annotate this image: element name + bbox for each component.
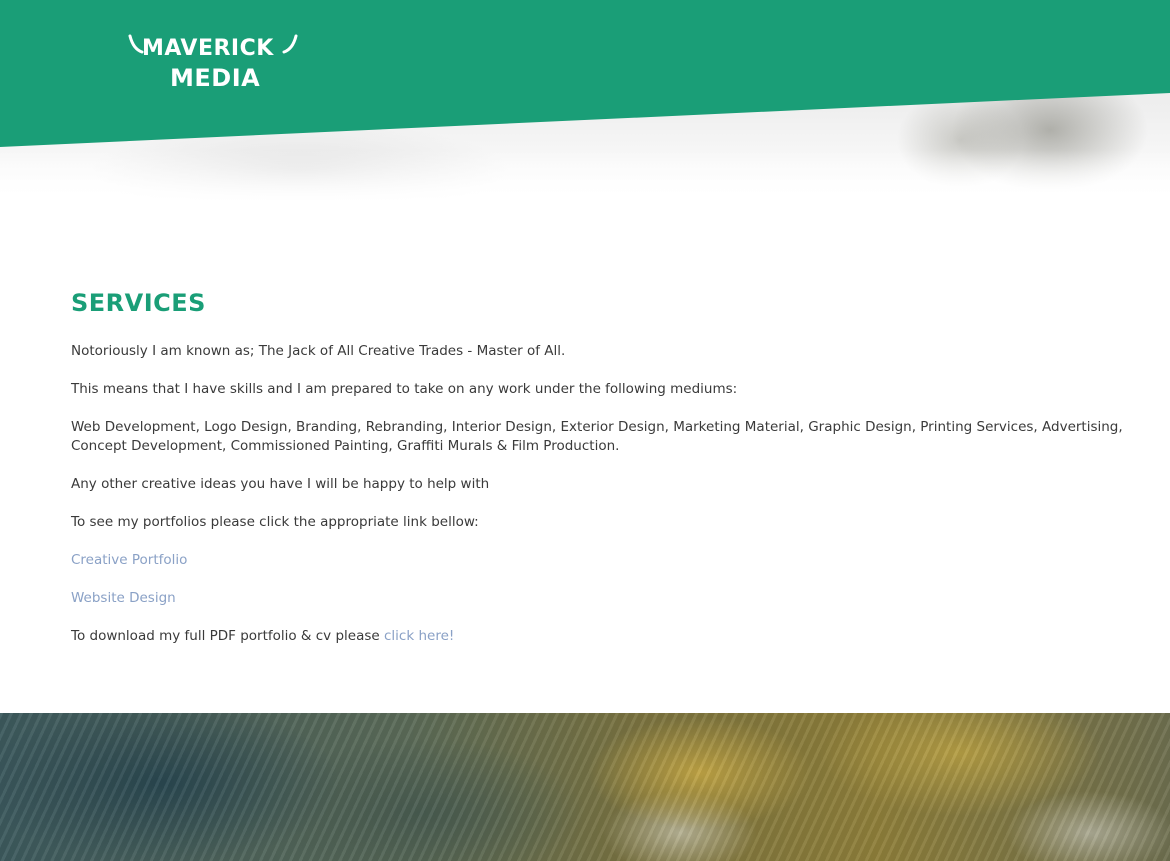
creative-portfolio-link[interactable]: Creative Portfolio <box>71 552 187 568</box>
download-portfolio-text: To download my full PDF portfolio & cv p… <box>71 628 384 644</box>
site-logo[interactable]: MAVERICK MEDIA <box>128 32 298 96</box>
services-other-ideas: Any other creative ideas you have I will… <box>71 476 490 492</box>
logo-text-maverick: MAVERICK <box>142 36 274 61</box>
website-design-link[interactable]: Website Design <box>71 590 176 606</box>
services-mediums-list: Web Development, Logo Design, Branding, … <box>71 419 1123 454</box>
creative-portfolio-paragraph: Creative Portfolio <box>71 551 1141 570</box>
download-portfolio-paragraph: To download my full PDF portfolio & cv p… <box>71 627 1141 646</box>
services-skills-intro: This means that I have skills and I am p… <box>71 381 738 397</box>
site-header: MAVERICK MEDIA <box>0 0 1170 202</box>
services-section: SERVICES Notoriously I am known as; The … <box>71 286 1141 665</box>
footer-background-photo <box>0 713 1170 861</box>
logo-text-media: MEDIA <box>170 64 261 92</box>
download-portfolio-link[interactable]: click here! <box>384 628 454 644</box>
services-intro: Notoriously I am known as; The Jack of A… <box>71 343 566 359</box>
page: MAVERICK MEDIA SERVICES Notoriously I am… <box>0 0 1170 861</box>
website-design-paragraph: Website Design <box>71 589 1141 608</box>
footer-photo-texture <box>0 713 1170 861</box>
header-fade <box>0 150 1170 202</box>
services-title: SERVICES <box>71 289 206 317</box>
services-portfolio-intro: To see my portfolios please click the ap… <box>71 514 479 530</box>
